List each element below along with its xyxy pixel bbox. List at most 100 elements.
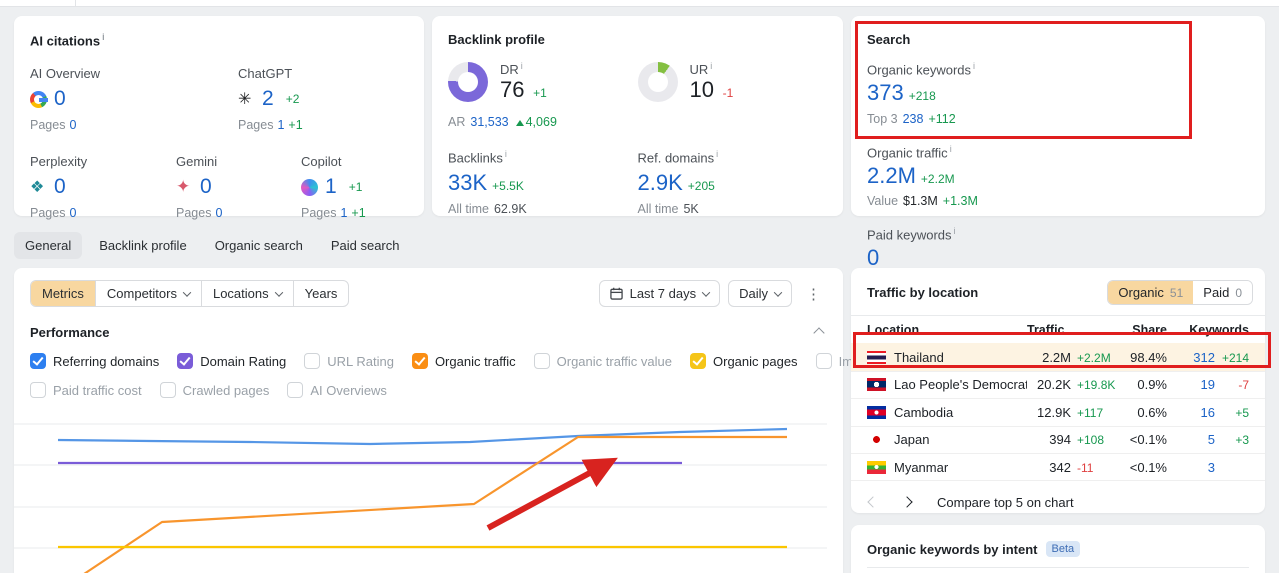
cambodia-flag-icon <box>867 405 886 419</box>
more-options-kebab-icon[interactable]: ⋮ <box>800 283 827 305</box>
traffic-row-cambodia[interactable]: Cambodia 12.9K +117 0.6% 16 +5 <box>851 398 1265 426</box>
segment-locations[interactable]: Locations <box>202 281 294 306</box>
traffic-row-lao[interactable]: Lao People's Democratic Reput 20.2K +19.8K… <box>851 370 1265 399</box>
share-value: <0.1% <box>1129 459 1167 475</box>
ahrefs-rank-line: AR 31,533 4,069 <box>448 115 557 130</box>
info-icon[interactable] <box>521 61 523 71</box>
checkbox-organic-traffic-value[interactable]: Organic traffic value <box>533 353 672 369</box>
keywords-value-link[interactable]: 5 <box>1208 432 1215 447</box>
info-icon[interactable] <box>710 61 712 71</box>
citations-value-link[interactable]: 0 <box>54 175 66 199</box>
chevron-down-icon <box>773 287 783 297</box>
pages-value-link[interactable]: 0 <box>215 206 222 220</box>
ar-value-link[interactable]: 31,533 <box>470 115 508 129</box>
info-icon[interactable] <box>954 226 956 236</box>
metric-subline: Top 3 238 +112 <box>867 111 956 126</box>
citations-value-link[interactable]: 0 <box>200 175 212 199</box>
myanmar-flag-icon <box>867 460 886 474</box>
tab-backlink-profile[interactable]: Backlink profile <box>88 232 197 259</box>
citations-value-link[interactable]: 2 <box>262 87 274 111</box>
share-value: 0.9% <box>1137 377 1167 393</box>
dr-label: DR <box>500 62 523 77</box>
ai-source-label: ChatGPT <box>238 66 293 82</box>
keywords-value-link[interactable]: 16 <box>1201 405 1215 420</box>
checkbox-url-rating[interactable]: URL Rating <box>304 353 394 369</box>
tab-general[interactable]: General <box>14 232 83 259</box>
tab-paid-search[interactable]: Paid search <box>320 232 411 259</box>
search-title: Search <box>867 32 911 47</box>
toggle-paid[interactable]: Paid 0 <box>1193 281 1252 304</box>
divider <box>75 0 76 7</box>
info-icon[interactable] <box>102 32 105 42</box>
ai-citation-gemini: Gemini0Pages0 <box>176 154 301 220</box>
metric-value-link[interactable]: 2.2M <box>867 163 916 188</box>
info-icon[interactable] <box>950 144 952 154</box>
ref-domains-alltime: All time 5K <box>637 201 699 216</box>
chevron-down-icon <box>274 287 283 297</box>
google-icon <box>30 90 48 108</box>
ai-citation-chatgpt: ChatGPT 2 +2 Pages1+1 <box>238 66 408 132</box>
ref-domains-value-link[interactable]: 2.9K <box>638 170 683 195</box>
traffic-row-myanmar[interactable]: Myanmar 342 -11 <0.1% 3 <box>851 453 1265 481</box>
traffic-by-location-panel: Traffic by location Organic 51 Paid 0 Loca… <box>851 268 1265 513</box>
pagination-prev-icon[interactable] <box>867 496 879 508</box>
keywords-value-link[interactable]: 312 <box>1193 350 1215 365</box>
collapse-section-icon[interactable] <box>813 326 825 339</box>
keywords-change: +5 <box>1235 405 1249 420</box>
metric-subline: Value $1.3M +1.3M <box>867 194 978 209</box>
compare-top5-link[interactable]: Compare top 5 on chart <box>937 495 1074 510</box>
toggle-organic[interactable]: Organic 51 <box>1108 281 1194 304</box>
checkbox-organic-pages[interactable]: Organic pages <box>690 353 798 369</box>
ai-source-label: AI Overview <box>30 66 101 82</box>
divider <box>867 567 1249 568</box>
traffic-value: 394 <box>1049 432 1071 448</box>
citations-value-link[interactable]: 0 <box>54 87 66 111</box>
checkbox-organic-traffic[interactable]: Organic traffic <box>411 353 516 369</box>
dr-value: 76 <box>500 77 525 103</box>
checkbox-label: URL Rating <box>327 353 394 369</box>
dr-change: +1 <box>533 86 547 101</box>
granularity-button[interactable]: Daily <box>728 280 792 307</box>
backlinks-value-link[interactable]: 33K <box>448 170 487 195</box>
ur-label: UR <box>690 62 713 77</box>
date-range-button[interactable]: Last 7 days <box>598 280 721 307</box>
calendar-icon <box>609 287 623 300</box>
top-toolbar-remnant <box>0 0 1279 7</box>
checkbox-referring-domains[interactable]: Referring domains <box>30 353 159 369</box>
pages-value-link[interactable]: 0 <box>69 118 76 132</box>
backlinks-change: +5.5K <box>492 178 524 193</box>
location-name: Myanmar <box>894 459 949 475</box>
segment-competitors[interactable]: Competitors <box>96 281 202 306</box>
backlink-profile-card: Backlink profile DR 76 +1 AR31,5334,069 … <box>432 16 843 216</box>
pages-line: Pages 0 <box>176 206 223 221</box>
pages-line: Pages 0 <box>30 118 77 133</box>
pages-value-link[interactable]: 0 <box>69 206 76 220</box>
traffic-value: 342 <box>1049 459 1071 475</box>
arrow-up-icon <box>515 120 524 127</box>
metric-value-link[interactable]: 0 <box>867 245 879 270</box>
metric-value-link[interactable]: 373 <box>867 80 904 105</box>
checkbox-domain-rating[interactable]: Domain Rating <box>177 353 286 369</box>
citations-value-link[interactable]: 1 <box>325 175 337 199</box>
pagination-next-icon[interactable] <box>901 496 913 508</box>
metric-checkbox-row-1: Referring domains Domain Rating URL Rating… <box>30 353 1011 369</box>
info-icon[interactable] <box>973 61 975 71</box>
ai-citations-card: AI citations AI Overview0Pages0ChatGPT2+… <box>14 16 424 220</box>
keywords-value-link[interactable]: 3 <box>1208 460 1215 475</box>
pages-value-link[interactable]: 1 <box>277 118 284 132</box>
tab-organic-search[interactable]: Organic search <box>204 232 314 259</box>
ai-citation-perplexity: Perplexity0Pages0 <box>30 154 176 220</box>
traffic-change: +117 <box>1077 405 1104 420</box>
segment-metrics[interactable]: Metrics <box>31 281 96 306</box>
info-icon[interactable] <box>505 149 507 159</box>
red-arrow-annotation <box>486 457 618 531</box>
pages-value-link[interactable]: 1 <box>340 206 347 220</box>
traffic-row-thailand[interactable]: Thailand 2.2M +2.2M 98.4% 312 +214 <box>851 343 1265 371</box>
keywords-value-link[interactable]: 19 <box>1201 377 1215 392</box>
segment-years[interactable]: Years <box>294 281 349 306</box>
checkbox-icon <box>533 353 550 369</box>
checkbox-label: Organic traffic value <box>556 353 672 369</box>
info-icon[interactable] <box>716 149 718 159</box>
traffic-row-japan[interactable]: Japan 394 +108 <0.1% 5 +3 <box>851 425 1265 454</box>
copilot-icon <box>301 178 318 196</box>
